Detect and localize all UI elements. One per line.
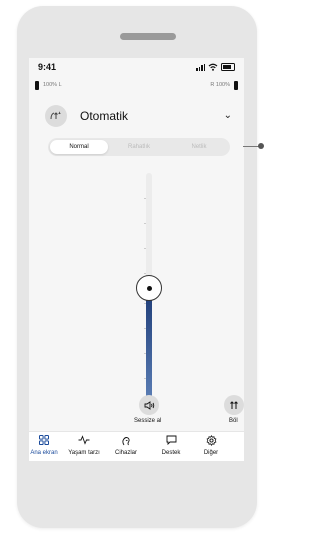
mode-netlik[interactable]: Netlik (170, 140, 228, 154)
tab-devices[interactable]: Cihazlar (105, 435, 147, 461)
signal-icon (196, 63, 205, 71)
tab-lifestyle[interactable]: Yaşam tarzı (63, 435, 105, 461)
auto-program-icon (45, 105, 67, 127)
grid-icon (39, 435, 49, 448)
left-battery-text: 100% L (43, 82, 62, 88)
program-name: Otomatik (80, 109, 129, 123)
program-selector[interactable]: Otomatik ⌄ (29, 100, 244, 130)
right-battery-text: R 100% (210, 82, 230, 88)
chat-icon (166, 435, 177, 448)
status-time: 9:41 (38, 62, 57, 72)
mode-rahatlik[interactable]: Rahatlık (110, 140, 168, 154)
hearing-aid-icon (121, 435, 132, 448)
split-button[interactable] (224, 395, 244, 415)
split-icon (230, 401, 238, 409)
volume-slider-fill (146, 288, 152, 403)
phone-speaker (120, 33, 176, 40)
chevron-down-icon[interactable]: ⌄ (224, 110, 232, 121)
hearing-aid-batteries: 100% L R 100% (29, 81, 244, 95)
gear-icon (206, 435, 217, 448)
wifi-icon (208, 63, 218, 71)
app-screen: 9:41 100% L R 100% Otomatik ⌄ Normal Rah… (29, 58, 244, 461)
tab-more[interactable]: Diğer (190, 435, 232, 461)
mute-button[interactable] (139, 395, 159, 415)
callout-dot (258, 143, 264, 149)
split-label: Böl (229, 418, 238, 424)
status-icons (196, 63, 235, 71)
mute-label: Sessize al (134, 418, 162, 424)
mode-normal[interactable]: Normal (50, 140, 108, 154)
status-bar: 9:41 (29, 58, 244, 78)
sound-mode-switch: Normal Rahatlık Netlik (48, 138, 230, 156)
tab-support[interactable]: Destek (150, 435, 192, 461)
bottom-tab-bar: Ana ekran Yaşam tarzı Cihazlar Destek Di… (29, 431, 244, 461)
right-battery-icon (234, 81, 238, 90)
left-battery-icon (35, 81, 39, 90)
tab-home[interactable]: Ana ekran (29, 435, 65, 461)
volume-slider-knob[interactable] (136, 275, 162, 301)
speaker-mute-icon (144, 400, 154, 410)
battery-icon (221, 63, 235, 71)
activity-icon (78, 435, 90, 448)
